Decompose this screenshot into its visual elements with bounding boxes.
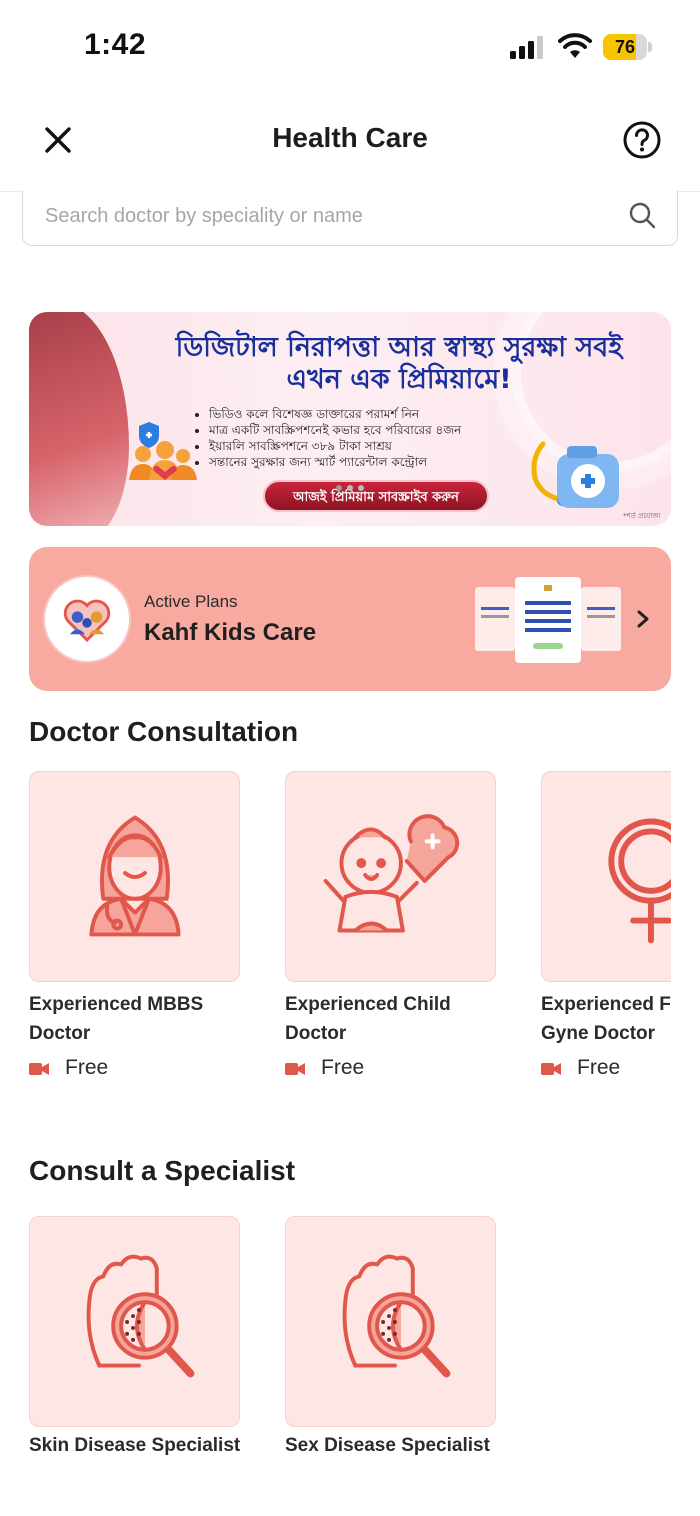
banner-bullet: ভিডিও কলে বিশেষজ্ঞ ডাক্তারের পরামর্শ নিন: [209, 406, 461, 422]
documents-illustration: [475, 577, 621, 663]
cellular-signal-icon: [510, 36, 543, 59]
specialist-card-title: Skin Disease Specialist: [29, 1436, 241, 1456]
premium-promo-banner[interactable]: ডিজিটাল নিরাপত্তা আর স্বাস্থ্য সুরক্ষা স…: [29, 312, 671, 526]
banner-bullet: ইয়ারলি সাবস্ক্রিপশনে ৩৮৯ টাকা সাশ্রয়: [209, 438, 461, 454]
specialist-heading: Consult a Specialist: [29, 1155, 296, 1186]
status-bar: 1:42 76: [0, 0, 700, 92]
doctor-card-child[interactable]: [285, 771, 496, 982]
battery-indicator: 76: [603, 34, 652, 60]
video-call-icon: [285, 1063, 305, 1075]
doctor-consultation-heading: Doctor Consultation: [29, 716, 299, 747]
doctor-card-title: Experienced Fe Gyne Doctor: [541, 990, 671, 1048]
doctor-card-title-line: Gyne Doctor: [541, 1023, 656, 1044]
family-heart-icon: [63, 599, 111, 643]
doctor-consultation-carousel[interactable]: Experienced MBBS Doctor Free Experienced…: [0, 750, 671, 1110]
specialist-card-skin[interactable]: [29, 1216, 240, 1427]
help-icon[interactable]: [620, 118, 664, 162]
plan-avatar: [43, 575, 131, 663]
female-doctor-icon: [89, 815, 181, 937]
banner-bullet: মাত্র একটি সাবস্ক্রিপশনেই কভার হবে পরিবা…: [209, 422, 461, 438]
search-icon[interactable]: [627, 200, 657, 230]
video-call-icon: [541, 1063, 561, 1075]
banner-decoration: [29, 312, 129, 526]
banner-headline: ডিজিটাল নিরাপত্তা আর স্বাস্থ্য সুরক্ষা স…: [175, 332, 623, 395]
specialist-card-sex[interactable]: [285, 1216, 496, 1427]
chevron-right-icon[interactable]: [633, 607, 653, 631]
skin-magnifier-icon: [342, 1254, 451, 1378]
battery-percentage: 76: [614, 37, 636, 57]
medical-kit-icon: [531, 441, 619, 508]
consultation-price: Free: [285, 1056, 435, 1086]
page-title: Health Care: [272, 122, 428, 153]
consultation-price: Free: [29, 1056, 179, 1086]
family-shield-icon: [129, 422, 197, 480]
status-time: 1:42: [84, 28, 147, 61]
search-bar[interactable]: [22, 190, 678, 246]
wifi-icon: [558, 33, 592, 58]
carousel-dots: [336, 485, 364, 491]
doctor-card-gyne[interactable]: [541, 771, 671, 982]
doctor-card-title: Experienced MBBS Doctor: [29, 990, 259, 1048]
baby-heart-icon: [323, 814, 460, 933]
doctor-card-title-line: Experienced Fe: [541, 994, 671, 1015]
video-call-icon: [29, 1063, 49, 1075]
doctor-card-title: Experienced Child Doctor: [285, 990, 515, 1048]
doctor-card-title-line: Experienced Child: [285, 994, 451, 1015]
specialist-card-title: Sex Disease Specialist: [285, 1436, 490, 1456]
doctor-card-title-line: Doctor: [29, 1023, 91, 1044]
banner-fine-print: *শর্ত প্রযোজ্য: [623, 512, 661, 520]
banner-feature-list: ভিডিও কলে বিশেষজ্ঞ ডাক্তারের পরামর্শ নিন…: [209, 406, 461, 470]
subscribe-premium-button[interactable]: আজই প্রিমিয়াম সাবস্ক্রাইব করুন: [263, 480, 489, 512]
plan-label: Active Plans: [144, 592, 238, 611]
price-label: Free: [321, 1056, 365, 1079]
doctor-card-title-line: Doctor: [285, 1023, 347, 1044]
active-plan-card[interactable]: Active Plans Kahf Kids Care: [29, 547, 671, 691]
price-label: Free: [577, 1056, 621, 1079]
banner-bullet: সন্তানের সুরক্ষার জন্য স্মার্ট প্যারেন্ট…: [209, 454, 461, 470]
doctor-card-mbbs[interactable]: [29, 771, 240, 982]
skin-magnifier-icon: [86, 1254, 195, 1378]
consultation-price: Free: [541, 1056, 661, 1086]
plan-name: Kahf Kids Care: [144, 619, 317, 646]
price-label: Free: [65, 1056, 109, 1079]
top-app-bar: Health Care: [0, 92, 700, 192]
doctor-card-title-line: Experienced MBBS: [29, 994, 204, 1015]
female-symbol-icon: [608, 818, 671, 944]
search-input[interactable]: [45, 198, 605, 234]
